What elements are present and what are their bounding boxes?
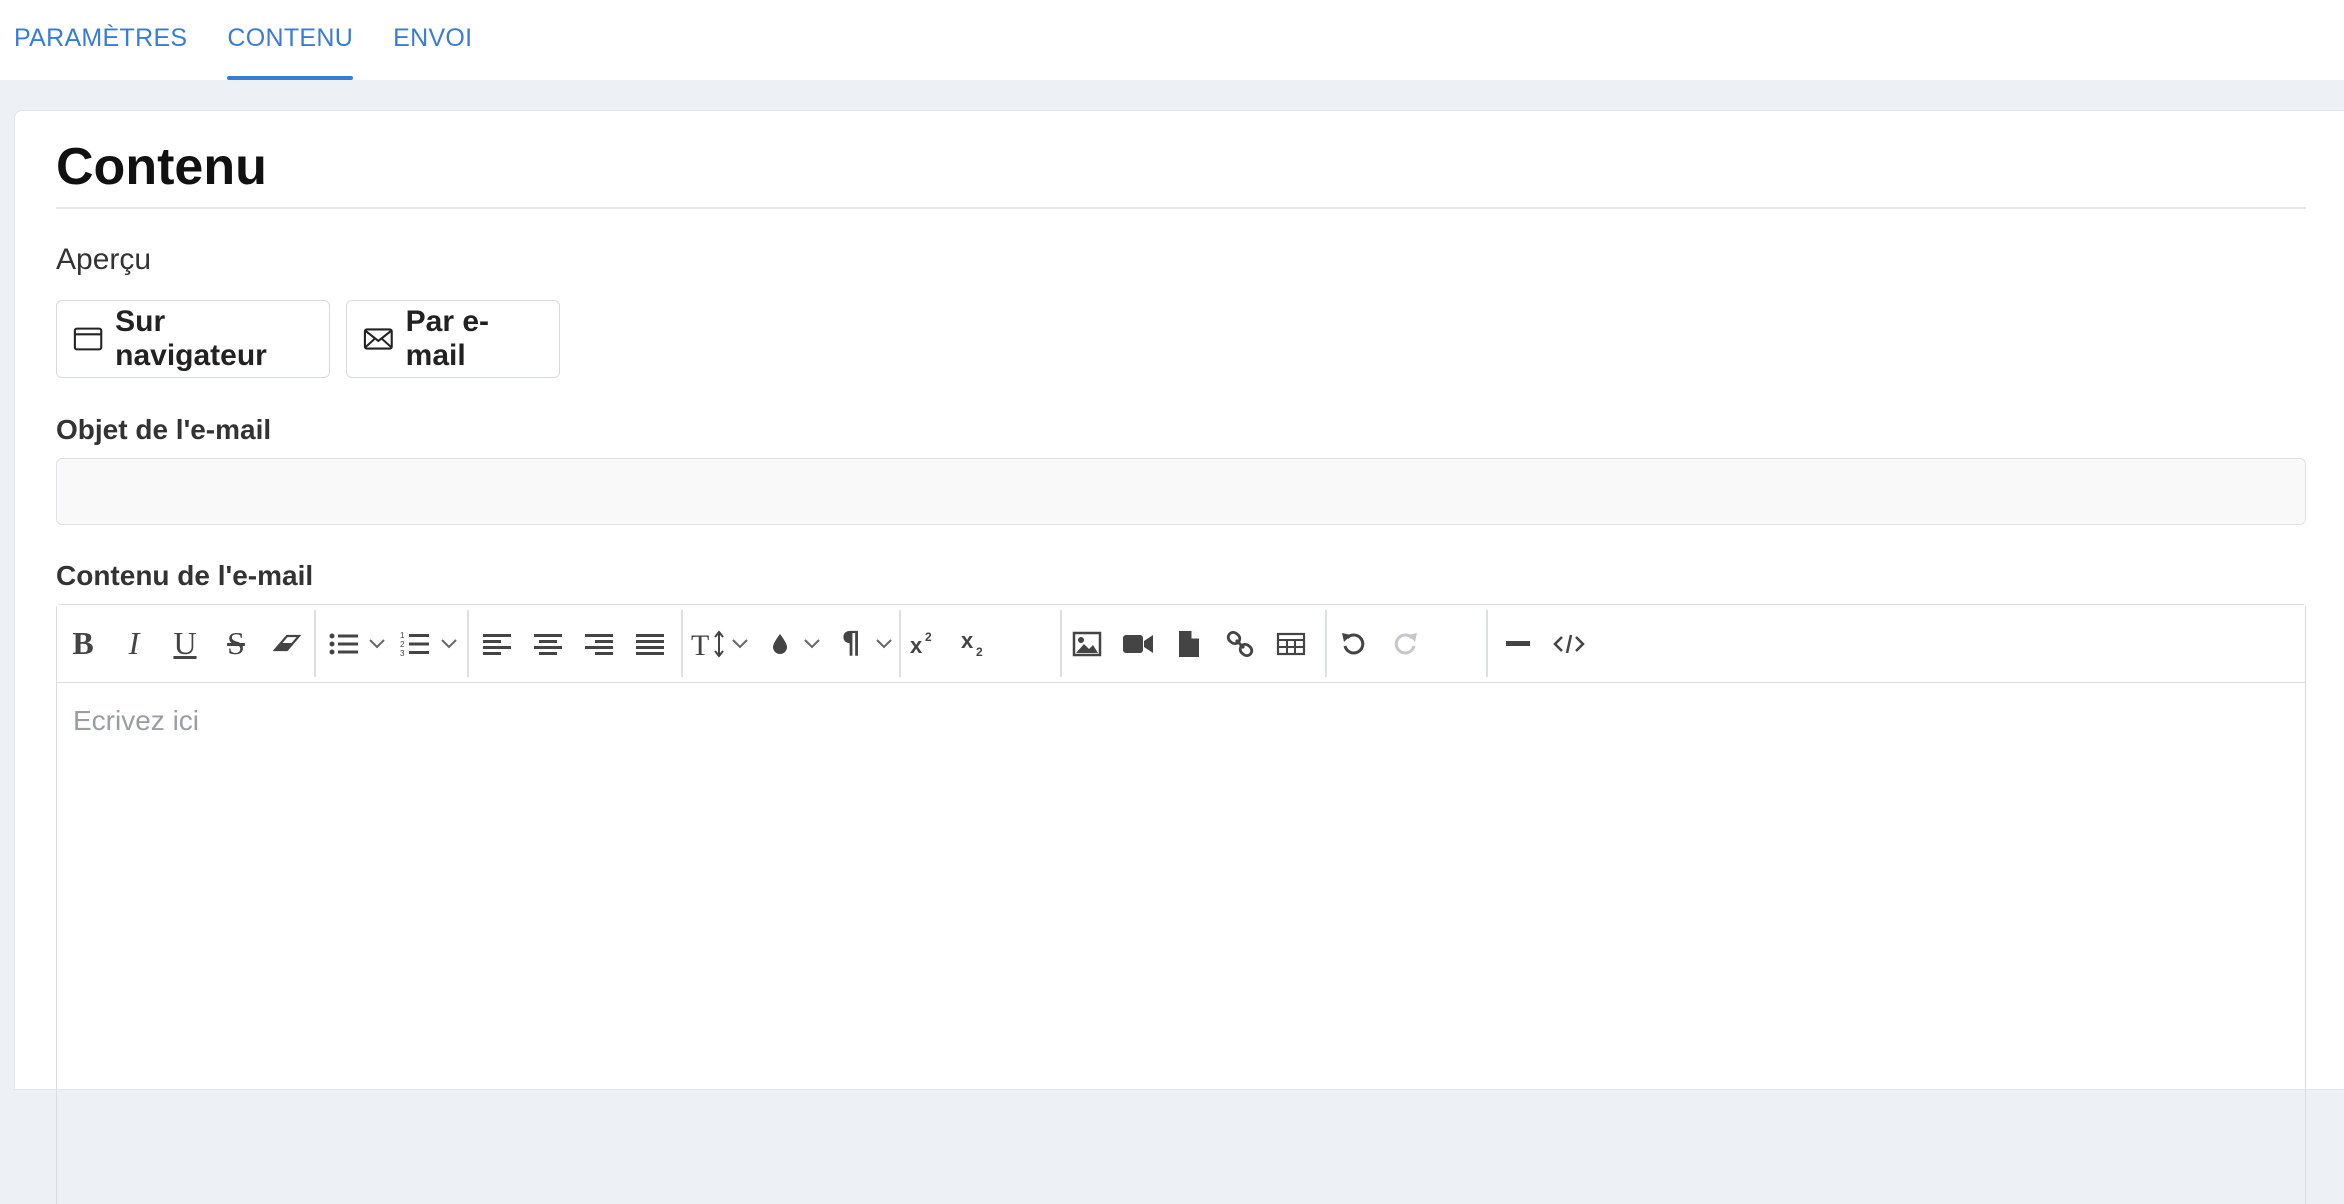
envelope-icon	[363, 328, 393, 350]
strikethrough-icon: S	[227, 625, 245, 661]
svg-text:x: x	[961, 630, 974, 653]
align-justify-button[interactable]	[620, 605, 680, 682]
align-left-icon	[483, 633, 511, 655]
bullet-list-icon	[329, 633, 358, 654]
eraser-button[interactable]	[257, 605, 317, 682]
subject-label: Objet de l'e-mail	[56, 414, 272, 445]
file-icon	[1179, 630, 1199, 657]
rich-text-editor: B I U S 1 2 3 T ¶ x 2 x 2 Ecrivez ici	[56, 604, 2306, 1204]
italic-icon: I	[128, 625, 140, 661]
editor-toolbar: B I U S 1 2 3 T ¶ x 2 x 2	[57, 605, 2305, 683]
font-size-icon: T	[691, 629, 724, 659]
preview-label: Aperçu	[56, 243, 152, 276]
video-icon	[1123, 634, 1153, 653]
image-icon	[1072, 631, 1102, 656]
svg-text:T: T	[691, 629, 709, 659]
chevron-down-icon	[369, 638, 385, 648]
tab-envoi[interactable]: ENVOI	[393, 24, 472, 80]
page-title: Contenu	[56, 138, 267, 196]
align-right-icon	[585, 633, 613, 655]
editor-content-area[interactable]: Ecrivez ici	[57, 683, 2305, 1204]
subscript-icon: x 2	[961, 630, 983, 658]
browser-window-icon	[73, 327, 103, 351]
insert-table-button[interactable]	[1261, 605, 1321, 682]
table-icon	[1276, 632, 1306, 655]
svg-text:2: 2	[400, 640, 405, 649]
preview-email-label: Par e-mail	[405, 305, 490, 372]
bold-icon: B	[72, 625, 94, 661]
chevron-down-icon	[876, 638, 892, 648]
chevron-down-icon	[804, 638, 820, 648]
content-label: Contenu de l'e-mail	[56, 560, 314, 591]
svg-text:2: 2	[925, 631, 932, 644]
preview-email-button[interactable]: Par e-mail	[346, 300, 560, 378]
code-view-button[interactable]	[1539, 605, 1599, 682]
tab-contenu[interactable]: CONTENU	[227, 24, 353, 80]
svg-text:3: 3	[400, 649, 405, 658]
code-view-icon	[1553, 634, 1585, 653]
link-icon	[1226, 630, 1254, 657]
paragraph-icon: ¶	[841, 626, 861, 661]
redo-icon	[1394, 632, 1417, 654]
content-card: Contenu Aperçu Sur navigateur Par e-mail…	[14, 110, 2344, 1204]
svg-text:1: 1	[400, 631, 405, 640]
underline-icon: U	[173, 625, 197, 661]
numbered-list-icon: 1 2 3	[400, 631, 429, 658]
text-color-icon	[773, 633, 787, 654]
superscript-icon: x 2	[910, 631, 932, 657]
eraser-icon	[272, 634, 302, 651]
svg-text:2: 2	[976, 645, 983, 658]
title-divider	[56, 207, 2306, 209]
subscript-button[interactable]: x 2	[946, 605, 1006, 682]
editor-placeholder: Ecrivez ici	[73, 705, 200, 736]
chevron-down-icon	[732, 638, 748, 648]
horizontal-rule-icon	[1506, 640, 1530, 646]
chevron-down-icon	[441, 638, 457, 648]
tab-bar: PARAMÈTRES CONTENU ENVOI	[0, 0, 2344, 80]
align-justify-icon	[636, 633, 664, 655]
subject-input[interactable]	[56, 458, 2306, 525]
preview-browser-label: Sur navigateur	[115, 305, 267, 372]
svg-text:x: x	[910, 633, 923, 657]
tab-parametres[interactable]: PARAMÈTRES	[14, 24, 187, 80]
numbered-list-dropdown[interactable]	[434, 605, 464, 682]
redo-button[interactable]	[1375, 605, 1435, 682]
undo-icon	[1342, 632, 1365, 654]
align-center-icon	[534, 633, 562, 655]
preview-browser-button[interactable]: Sur navigateur	[56, 300, 330, 378]
